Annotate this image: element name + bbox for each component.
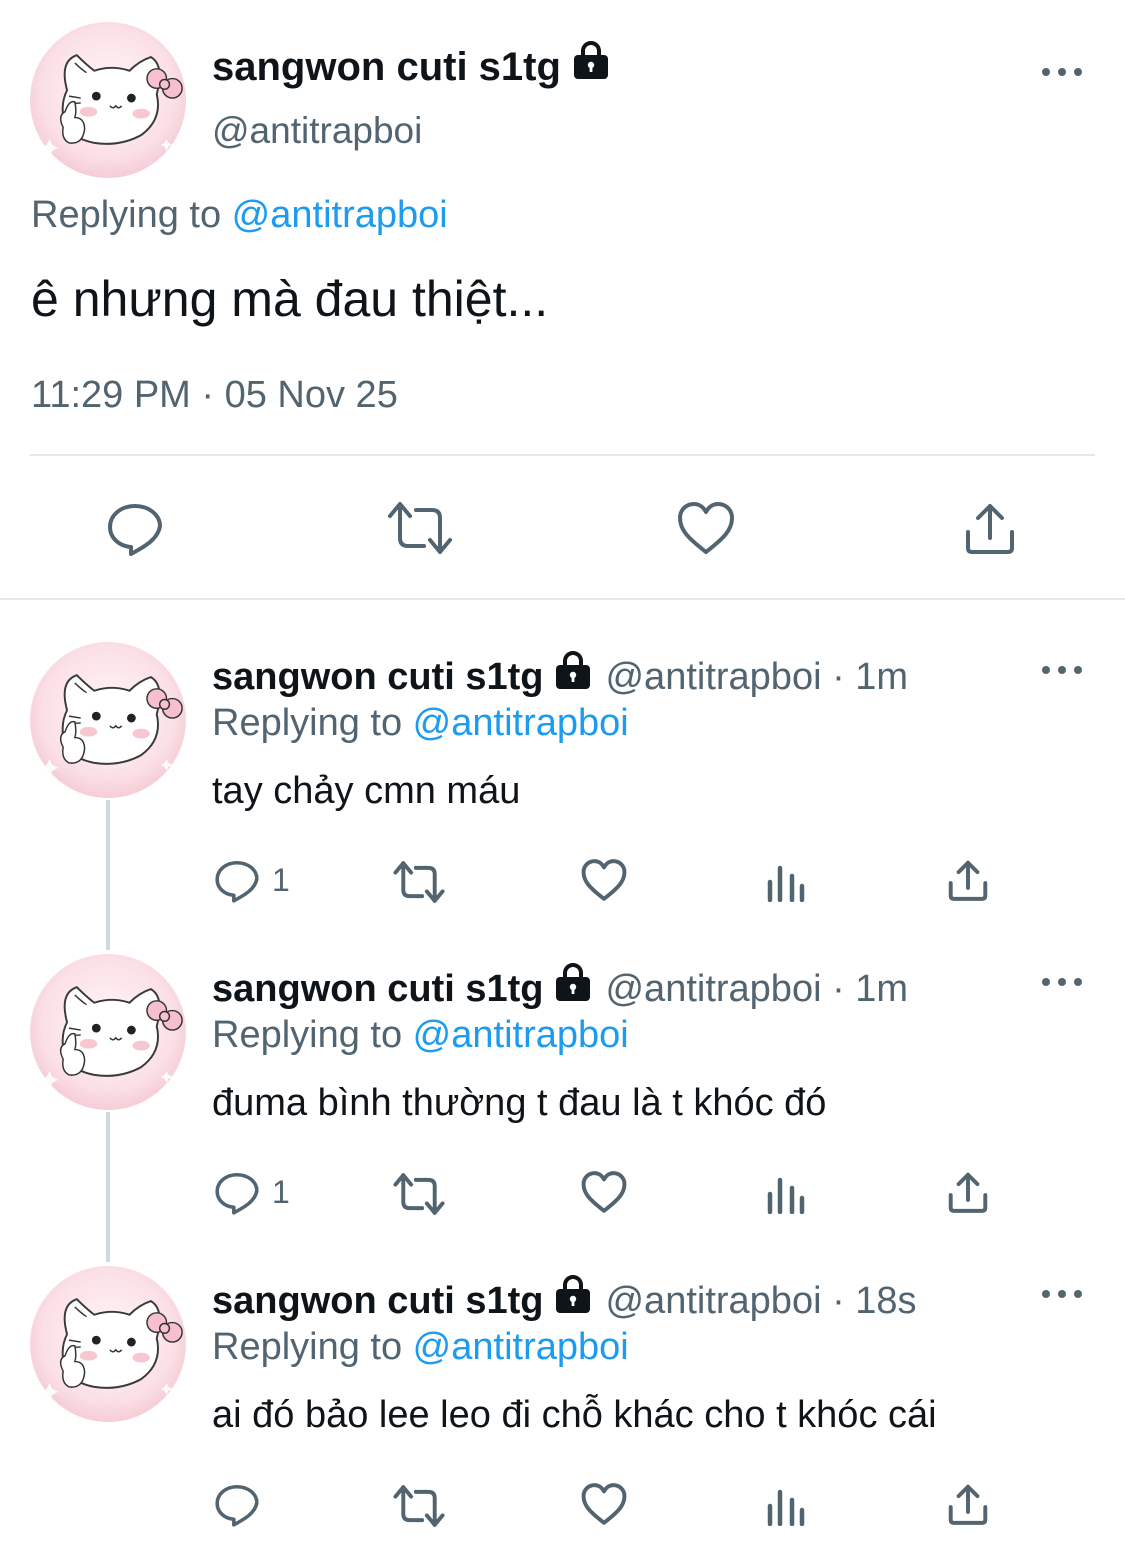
reply-text: tay chảy cmn máu [212, 770, 521, 812]
avatar[interactable] [30, 22, 186, 178]
like-icon[interactable] [580, 1482, 628, 1526]
handle-and-time[interactable]: @antitrapboi · 1m [605, 964, 908, 1014]
share-icon[interactable] [962, 500, 1018, 556]
display-name[interactable]: sangwon cuti s1tg [212, 964, 543, 1014]
views-icon[interactable] [766, 862, 806, 902]
replying-prefix: Replying to [212, 702, 413, 744]
retweet-icon[interactable] [392, 860, 446, 904]
lock-icon [571, 40, 611, 93]
handle-and-time[interactable]: @antitrapboi · 1m [605, 652, 908, 702]
replying-to-link[interactable]: @antitrapboi [413, 702, 629, 744]
replying-to: Replying to @antitrapboi [212, 698, 629, 748]
more-options-icon[interactable] [1042, 1288, 1082, 1300]
thread-line [106, 1112, 110, 1262]
reply-count: 1 [272, 1174, 290, 1210]
replying-to-link[interactable]: @antitrapboi [232, 194, 448, 236]
display-name[interactable]: sangwon cuti s1tg [212, 1276, 543, 1326]
reply-header: sangwon cuti s1tg @antitrapboi · 18s [212, 1274, 917, 1327]
views-icon[interactable] [766, 1174, 806, 1214]
display-name[interactable]: sangwon cuti s1tg [212, 40, 611, 93]
replying-to: Replying to @antitrapboi [31, 190, 448, 240]
avatar[interactable] [30, 954, 186, 1110]
reply-icon[interactable] [106, 500, 164, 558]
lock-icon [553, 962, 593, 1015]
display-name[interactable]: sangwon cuti s1tg [212, 652, 543, 702]
share-icon[interactable] [946, 1170, 990, 1214]
replying-to: Replying to @antitrapboi [212, 1322, 629, 1372]
divider [30, 454, 1095, 456]
share-icon[interactable] [946, 1482, 990, 1526]
reply-count: 1 [272, 862, 290, 898]
lock-icon [553, 650, 593, 703]
reply-icon[interactable] [214, 858, 260, 904]
thread-line [106, 800, 110, 950]
replying-to: Replying to @antitrapboi [212, 1010, 629, 1060]
like-icon[interactable] [580, 858, 628, 902]
share-icon[interactable] [946, 858, 990, 902]
reply-icon[interactable] [214, 1170, 260, 1216]
more-options-icon[interactable] [1042, 66, 1082, 78]
reply-text: ai đó bảo lee leo đi chỗ khác cho t khóc… [212, 1394, 937, 1436]
avatar[interactable] [30, 1266, 186, 1422]
tweet-timestamp[interactable]: 11:29 PM · 05 Nov 25 [31, 370, 398, 420]
like-icon[interactable] [580, 1170, 628, 1214]
replying-to-link[interactable]: @antitrapboi [413, 1326, 629, 1368]
divider [0, 598, 1125, 600]
replying-prefix: Replying to [212, 1326, 413, 1368]
retweet-icon[interactable] [386, 500, 454, 556]
reply-icon[interactable] [214, 1482, 260, 1528]
like-icon[interactable] [676, 500, 736, 556]
retweet-icon[interactable] [392, 1484, 446, 1528]
reply-header: sangwon cuti s1tg @antitrapboi · 1m [212, 962, 908, 1015]
more-options-icon[interactable] [1042, 664, 1082, 676]
replying-prefix: Replying to [31, 194, 232, 236]
handle-and-time[interactable]: @antitrapboi · 18s [605, 1276, 916, 1326]
display-name-text: sangwon cuti s1tg [212, 44, 561, 89]
handle[interactable]: @antitrapboi [212, 106, 422, 156]
reply-text: đuma bình thường t đau là t khóc đó [212, 1082, 827, 1124]
views-icon[interactable] [766, 1486, 806, 1526]
retweet-icon[interactable] [392, 1172, 446, 1216]
lock-icon [553, 1274, 593, 1327]
reply-header: sangwon cuti s1tg @antitrapboi · 1m [212, 650, 908, 703]
tweet-text: ê nhưng mà đau thiệt... [31, 271, 549, 327]
replying-to-link[interactable]: @antitrapboi [413, 1014, 629, 1056]
replying-prefix: Replying to [212, 1014, 413, 1056]
more-options-icon[interactable] [1042, 976, 1082, 988]
avatar[interactable] [30, 642, 186, 798]
